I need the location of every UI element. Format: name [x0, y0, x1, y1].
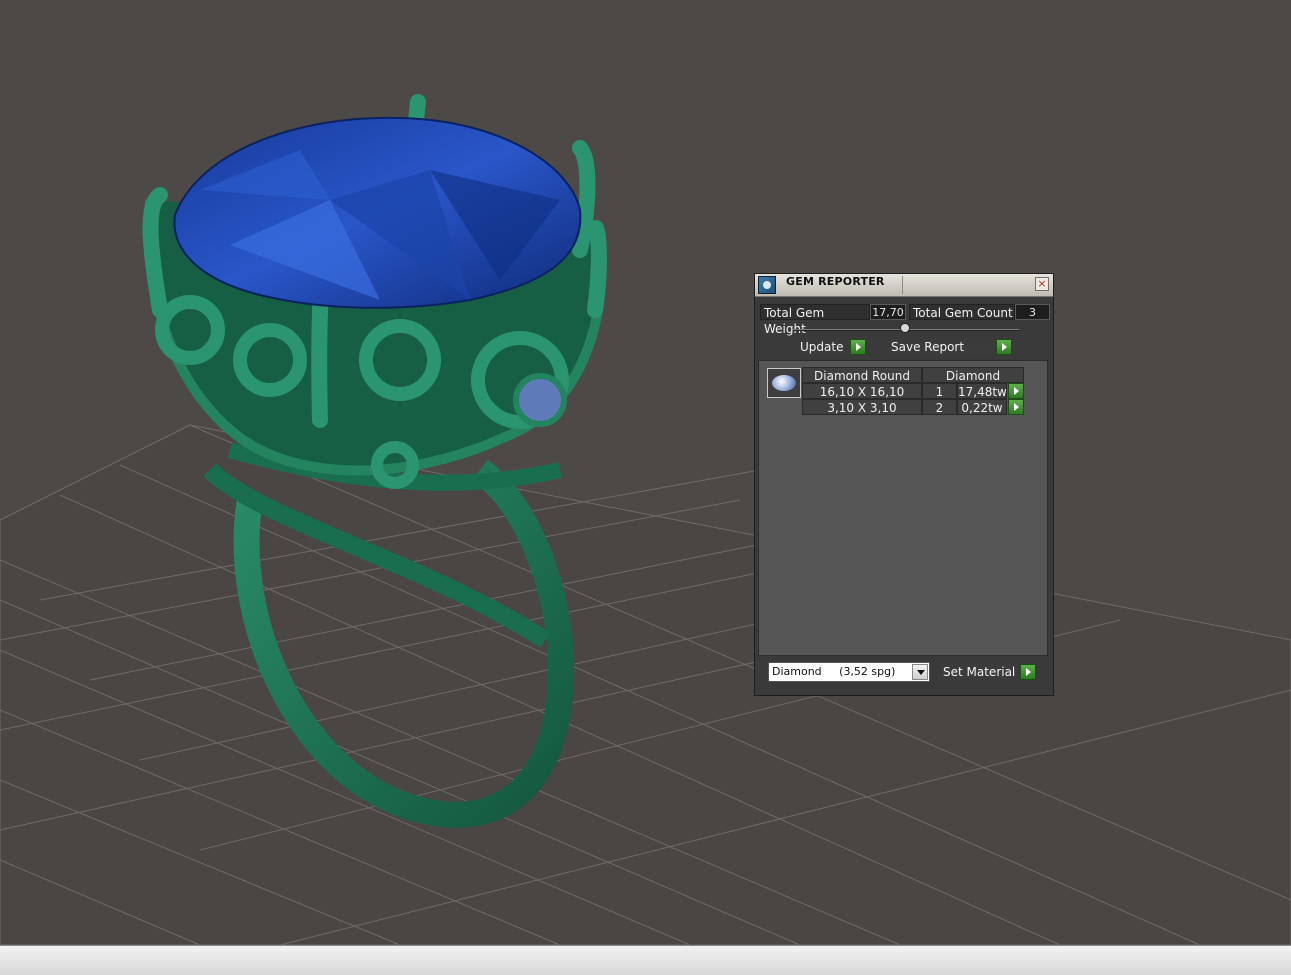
gem-size-cell: 16,10 X 16,10	[802, 383, 922, 399]
play-arrow-icon	[850, 339, 866, 355]
save-report-button[interactable]: Save Report	[888, 339, 1014, 356]
side-gem	[513, 373, 567, 427]
status-bar	[0, 945, 1291, 975]
gem-count-cell: 2	[922, 399, 957, 415]
material-header: Diamond	[922, 367, 1024, 383]
material-dropdown-value: Diamond (3,52 spg)	[772, 665, 896, 678]
gem-weight-cell: 0,22tw	[957, 399, 1007, 415]
total-gem-weight-value: 17,70	[870, 304, 906, 320]
material-dropdown[interactable]: Diamond (3,52 spg)	[768, 662, 930, 682]
ground-grid	[0, 424, 1291, 946]
gem-weight-cell: 17,48tw	[957, 383, 1007, 399]
set-material-button[interactable]: Set Material	[940, 664, 1036, 681]
chevron-down-icon[interactable]	[912, 664, 928, 680]
3d-viewport[interactable]	[0, 0, 1291, 946]
save-report-label: Save Report	[888, 339, 994, 356]
select-row-arrow-icon[interactable]	[1008, 399, 1024, 415]
splitter-handle[interactable]	[900, 323, 910, 333]
gem-count-cell: 1	[922, 383, 957, 399]
play-arrow-icon	[1020, 664, 1036, 680]
viewport-scene	[0, 94, 1291, 946]
panel-titlebar[interactable]: GEM REPORTER ×	[755, 274, 1053, 297]
update-button[interactable]: Update	[797, 339, 867, 356]
set-material-label: Set Material	[940, 664, 1018, 681]
total-gem-weight-label: Total Gem Weight	[760, 304, 870, 336]
update-label: Update	[797, 339, 849, 356]
titlebar-divider	[902, 276, 903, 294]
panel-title: GEM REPORTER	[786, 275, 885, 288]
gem-size-cell: 3,10 X 3,10	[802, 399, 922, 415]
round-gem-icon[interactable]	[767, 368, 801, 398]
close-icon[interactable]: ×	[1035, 277, 1049, 291]
gem-group-header: Diamond Round	[802, 367, 922, 383]
select-row-arrow-icon[interactable]	[1008, 383, 1024, 399]
gem-list[interactable]: Diamond Round Diamond 16,10 X 16,10 1 17…	[758, 360, 1048, 656]
play-arrow-icon	[996, 339, 1012, 355]
total-gem-count-label: Total Gem Count	[909, 304, 1015, 320]
gem-reporter-panel: GEM REPORTER × Total Gem Weight 17,70 To…	[754, 273, 1054, 696]
total-gem-count-value: 3	[1015, 304, 1050, 320]
gem-reporter-icon	[758, 276, 776, 294]
